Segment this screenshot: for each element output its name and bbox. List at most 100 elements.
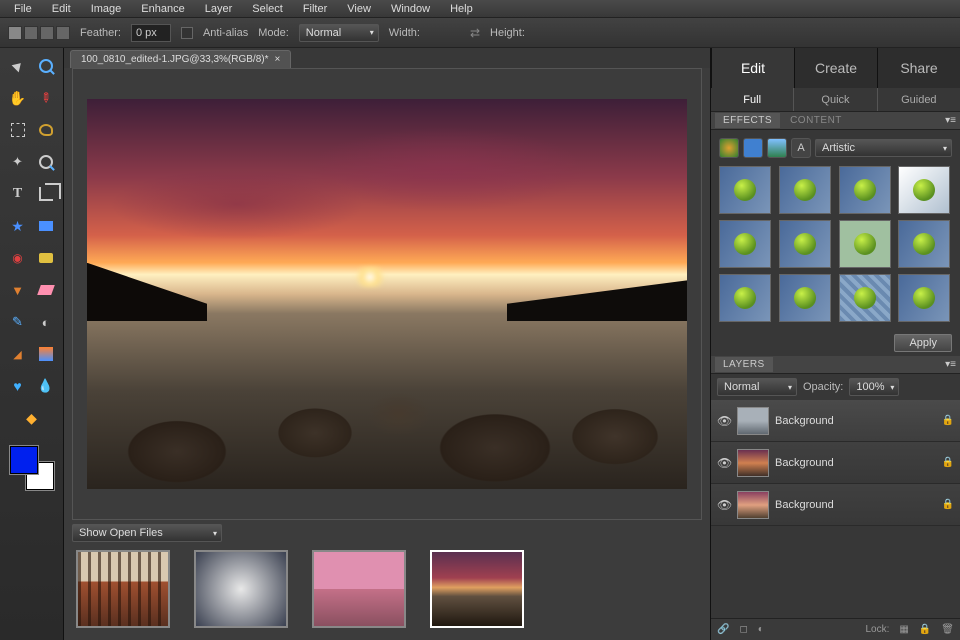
effect-thumb[interactable] [719,274,771,322]
menu-edit[interactable]: Edit [42,3,81,15]
feather-input[interactable] [131,24,171,42]
antialias-checkbox[interactable] [181,27,193,39]
menu-image[interactable]: Image [81,3,132,15]
subtab-full[interactable]: Full [711,88,793,111]
lock-icon[interactable]: 🔒 [942,499,954,510]
effect-thumb[interactable] [719,220,771,268]
straighten-tool[interactable] [34,214,58,238]
menu-view[interactable]: View [337,3,381,15]
gradient-tool[interactable] [34,342,58,366]
layer-row[interactable]: 👁 Background 🔒 [711,484,960,526]
selection-intersect-icon[interactable] [56,26,70,40]
panel-menu-icon[interactable]: ▾≡ [945,115,956,126]
menu-file[interactable]: File [4,3,42,15]
effect-thumb[interactable] [898,220,950,268]
layer-thumbnail[interactable] [737,449,769,477]
lock-all-icon[interactable]: 🔒 [919,624,931,635]
blend-mode-select[interactable]: Normal [717,378,797,396]
opacity-input[interactable]: 100% [849,378,899,396]
magic-wand-tool[interactable]: ✦ [6,150,30,174]
apply-button[interactable]: Apply [894,334,952,352]
layer-styles-icon[interactable] [743,138,763,158]
smart-brush-tool[interactable]: ◐ [34,310,58,334]
effect-thumb[interactable] [779,220,831,268]
open-file-thumb[interactable] [194,550,288,628]
menu-select[interactable]: Select [242,3,293,15]
effect-thumb[interactable] [779,166,831,214]
sponge-tool[interactable]: ◆ [20,406,44,430]
open-file-thumb[interactable] [76,550,170,628]
new-layer-icon[interactable]: ◻ [739,624,747,635]
effect-thumb[interactable] [839,166,891,214]
photo-effects-icon[interactable] [767,138,787,158]
effects-filter-select[interactable]: Artistic [815,139,952,157]
layer-visibility-icon[interactable]: 👁 [717,414,731,428]
effects-tab[interactable]: EFFECTS [715,113,780,128]
move-tool[interactable] [6,54,30,78]
effect-thumb[interactable] [898,274,950,322]
zoom-tool[interactable] [34,54,58,78]
canvas-viewport[interactable] [72,68,702,520]
layer-row[interactable]: 👁 Background 🔒 [711,400,960,442]
adjustment-layer-icon[interactable]: ◐ [758,624,764,635]
link-layers-icon[interactable]: 🔗 [717,624,729,635]
selection-new-icon[interactable] [8,26,22,40]
delete-layer-icon[interactable]: 🗑 [941,624,954,635]
open-file-thumb[interactable] [312,550,406,628]
menu-help[interactable]: Help [440,3,483,15]
tab-edit[interactable]: Edit [711,48,794,88]
tab-create[interactable]: Create [794,48,877,88]
clone-stamp-tool[interactable]: ▼ [6,278,30,302]
layer-visibility-icon[interactable]: 👁 [717,456,731,470]
marquee-tool[interactable] [6,118,30,142]
effect-thumb[interactable] [898,166,950,214]
foreground-color[interactable] [10,446,38,474]
text-effects-icon[interactable]: A [791,138,811,158]
crop-tool[interactable] [34,182,58,206]
menu-layer[interactable]: Layer [195,3,243,15]
eyedropper-tool[interactable]: ✎ [34,86,58,110]
document-tab[interactable]: 100_0810_edited-1.JPG@33,3%(RGB/8)* × [70,50,291,68]
show-open-files-select[interactable]: Show Open Files [72,524,222,542]
effect-thumb[interactable] [719,166,771,214]
hand-tool[interactable]: ✋ [6,86,30,110]
brush-tool[interactable]: ✎ [6,310,30,334]
layer-name[interactable]: Background [775,499,936,511]
menu-enhance[interactable]: Enhance [131,3,194,15]
tab-share[interactable]: Share [877,48,960,88]
swap-dimensions-icon[interactable]: ⇄ [470,26,480,40]
redeye-tool[interactable]: ◉ [6,246,30,270]
effect-thumb[interactable] [779,274,831,322]
healing-brush-tool[interactable] [34,246,58,270]
blur-tool[interactable]: 💧 [34,374,58,398]
selection-subtract-icon[interactable] [40,26,54,40]
panel-menu-icon[interactable]: ▾≡ [945,359,956,370]
paint-bucket-tool[interactable]: ◢ [6,342,30,366]
effect-thumb[interactable] [839,220,891,268]
lock-icon[interactable]: 🔒 [942,415,954,426]
layer-row[interactable]: 👁 Background 🔒 [711,442,960,484]
quick-selection-tool[interactable] [34,150,58,174]
shape-tool[interactable]: ♥ [6,374,30,398]
mode-select[interactable]: Normal [299,24,379,42]
text-tool[interactable]: T [6,182,30,206]
lasso-tool[interactable] [34,118,58,142]
layer-thumbnail[interactable] [737,407,769,435]
menu-filter[interactable]: Filter [293,3,337,15]
color-swatches[interactable] [10,446,54,490]
layer-name[interactable]: Background [775,415,936,427]
layers-tab[interactable]: LAYERS [715,357,773,372]
menu-window[interactable]: Window [381,3,440,15]
filters-category-icon[interactable] [719,138,739,158]
cookie-cutter-tool[interactable]: ★ [6,214,30,238]
effect-thumb[interactable] [839,274,891,322]
layer-thumbnail[interactable] [737,491,769,519]
subtab-quick[interactable]: Quick [793,88,876,111]
lock-transparency-icon[interactable]: ▦ [899,624,908,635]
subtab-guided[interactable]: Guided [877,88,960,111]
layer-name[interactable]: Background [775,457,936,469]
content-tab[interactable]: CONTENT [782,113,850,128]
open-file-thumb[interactable] [430,550,524,628]
eraser-tool[interactable] [34,278,58,302]
close-tab-icon[interactable]: × [275,54,281,65]
